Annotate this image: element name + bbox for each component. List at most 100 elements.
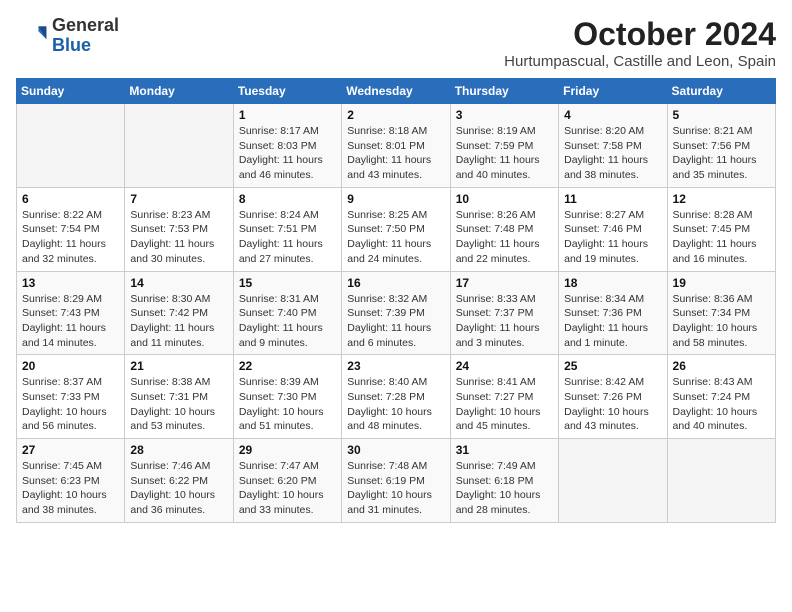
day-detail: Sunrise: 8:27 AM Sunset: 7:46 PM Dayligh… <box>564 208 661 267</box>
calendar-table: SundayMondayTuesdayWednesdayThursdayFrid… <box>16 78 776 523</box>
calendar-cell: 2 Sunrise: 8:18 AM Sunset: 8:01 PM Daylig… <box>342 104 450 188</box>
calendar-cell <box>559 439 667 523</box>
day-number: 4 <box>564 108 661 122</box>
day-number: 10 <box>456 192 553 206</box>
day-number: 8 <box>239 192 336 206</box>
calendar-header: SundayMondayTuesdayWednesdayThursdayFrid… <box>17 79 776 104</box>
logo-text: General Blue <box>52 16 119 56</box>
weekday-header: Tuesday <box>233 79 341 104</box>
day-detail: Sunrise: 7:48 AM Sunset: 6:19 PM Dayligh… <box>347 459 444 518</box>
day-detail: Sunrise: 8:21 AM Sunset: 7:56 PM Dayligh… <box>673 124 770 183</box>
day-detail: Sunrise: 8:29 AM Sunset: 7:43 PM Dayligh… <box>22 292 119 351</box>
day-detail: Sunrise: 8:36 AM Sunset: 7:34 PM Dayligh… <box>673 292 770 351</box>
day-detail: Sunrise: 8:19 AM Sunset: 7:59 PM Dayligh… <box>456 124 553 183</box>
calendar-cell: 7Sunrise: 8:23 AM Sunset: 7:53 PM Daylig… <box>125 187 233 271</box>
weekday-header: Sunday <box>17 79 125 104</box>
calendar-cell: 13 Sunrise: 8:29 AM Sunset: 7:43 PM Dayli… <box>17 271 125 355</box>
calendar-cell: 27 Sunrise: 7:45 AM Sunset: 6:23 PM Dayli… <box>17 439 125 523</box>
day-detail: Sunrise: 8:24 AM Sunset: 7:51 PM Dayligh… <box>239 208 336 267</box>
calendar-cell: 4 Sunrise: 8:20 AM Sunset: 7:58 PM Daylig… <box>559 104 667 188</box>
day-number: 27 <box>22 443 119 457</box>
day-detail: Sunrise: 7:45 AM Sunset: 6:23 PM Dayligh… <box>22 459 119 518</box>
weekday-header: Wednesday <box>342 79 450 104</box>
day-number: 3 <box>456 108 553 122</box>
day-number: 31 <box>456 443 553 457</box>
calendar-cell: 6 Sunrise: 8:22 AM Sunset: 7:54 PM Daylig… <box>17 187 125 271</box>
day-number: 6 <box>22 192 119 206</box>
calendar-body: 1Sunrise: 8:17 AM Sunset: 8:03 PM Daylig… <box>17 104 776 523</box>
day-number: 22 <box>239 359 336 373</box>
day-detail: Sunrise: 7:46 AM Sunset: 6:22 PM Dayligh… <box>130 459 227 518</box>
day-number: 2 <box>347 108 444 122</box>
calendar-cell: 22 Sunrise: 8:39 AM Sunset: 7:30 PM Dayli… <box>233 355 341 439</box>
weekday-header: Friday <box>559 79 667 104</box>
calendar-cell: 3 Sunrise: 8:19 AM Sunset: 7:59 PM Daylig… <box>450 104 558 188</box>
day-detail: Sunrise: 8:43 AM Sunset: 7:24 PM Dayligh… <box>673 375 770 434</box>
page-subtitle: Hurtumpascual, Castille and Leon, Spain <box>504 53 776 70</box>
calendar-cell: 12 Sunrise: 8:28 AM Sunset: 7:45 PM Dayli… <box>667 187 775 271</box>
weekday-row: SundayMondayTuesdayWednesdayThursdayFrid… <box>17 79 776 104</box>
day-number: 29 <box>239 443 336 457</box>
day-number: 17 <box>456 276 553 290</box>
day-number: 12 <box>673 192 770 206</box>
day-detail: Sunrise: 8:23 AM Sunset: 7:53 PM Dayligh… <box>130 208 227 267</box>
weekday-header: Saturday <box>667 79 775 104</box>
day-number: 16 <box>347 276 444 290</box>
calendar-cell: 28 Sunrise: 7:46 AM Sunset: 6:22 PM Dayli… <box>125 439 233 523</box>
weekday-header: Thursday <box>450 79 558 104</box>
calendar-cell: 15 Sunrise: 8:31 AM Sunset: 7:40 PM Dayli… <box>233 271 341 355</box>
day-detail: Sunrise: 8:17 AM Sunset: 8:03 PM Dayligh… <box>239 124 336 183</box>
logo: General Blue <box>16 16 119 56</box>
day-number: 24 <box>456 359 553 373</box>
logo-icon <box>16 20 48 52</box>
calendar-cell: 9Sunrise: 8:25 AM Sunset: 7:50 PM Daylig… <box>342 187 450 271</box>
calendar-cell: 31 Sunrise: 7:49 AM Sunset: 6:18 PM Dayli… <box>450 439 558 523</box>
day-number: 9 <box>347 192 444 206</box>
calendar-cell <box>667 439 775 523</box>
calendar-cell: 8 Sunrise: 8:24 AM Sunset: 7:51 PM Daylig… <box>233 187 341 271</box>
day-detail: Sunrise: 7:49 AM Sunset: 6:18 PM Dayligh… <box>456 459 553 518</box>
calendar-cell: 5 Sunrise: 8:21 AM Sunset: 7:56 PM Daylig… <box>667 104 775 188</box>
calendar-cell: 26 Sunrise: 8:43 AM Sunset: 7:24 PM Dayli… <box>667 355 775 439</box>
day-number: 5 <box>673 108 770 122</box>
day-detail: Sunrise: 8:38 AM Sunset: 7:31 PM Dayligh… <box>130 375 227 434</box>
calendar-cell: 23Sunrise: 8:40 AM Sunset: 7:28 PM Dayli… <box>342 355 450 439</box>
calendar-cell: 19 Sunrise: 8:36 AM Sunset: 7:34 PM Dayli… <box>667 271 775 355</box>
day-number: 30 <box>347 443 444 457</box>
page-header: General Blue October 2024 Hurtumpascual,… <box>16 16 776 70</box>
day-number: 20 <box>22 359 119 373</box>
day-number: 21 <box>130 359 227 373</box>
day-detail: Sunrise: 8:39 AM Sunset: 7:30 PM Dayligh… <box>239 375 336 434</box>
calendar-cell <box>17 104 125 188</box>
day-number: 11 <box>564 192 661 206</box>
weekday-header: Monday <box>125 79 233 104</box>
day-number: 15 <box>239 276 336 290</box>
calendar-cell: 10 Sunrise: 8:26 AM Sunset: 7:48 PM Dayli… <box>450 187 558 271</box>
day-detail: Sunrise: 8:31 AM Sunset: 7:40 PM Dayligh… <box>239 292 336 351</box>
calendar-week-row: 1Sunrise: 8:17 AM Sunset: 8:03 PM Daylig… <box>17 104 776 188</box>
calendar-cell: 20Sunrise: 8:37 AM Sunset: 7:33 PM Dayli… <box>17 355 125 439</box>
calendar-cell: 29 Sunrise: 7:47 AM Sunset: 6:20 PM Dayli… <box>233 439 341 523</box>
day-number: 13 <box>22 276 119 290</box>
day-number: 19 <box>673 276 770 290</box>
day-detail: Sunrise: 8:20 AM Sunset: 7:58 PM Dayligh… <box>564 124 661 183</box>
calendar-cell: 11 Sunrise: 8:27 AM Sunset: 7:46 PM Dayli… <box>559 187 667 271</box>
calendar-week-row: 20Sunrise: 8:37 AM Sunset: 7:33 PM Dayli… <box>17 355 776 439</box>
day-detail: Sunrise: 8:22 AM Sunset: 7:54 PM Dayligh… <box>22 208 119 267</box>
day-detail: Sunrise: 8:41 AM Sunset: 7:27 PM Dayligh… <box>456 375 553 434</box>
calendar-cell: 1Sunrise: 8:17 AM Sunset: 8:03 PM Daylig… <box>233 104 341 188</box>
day-detail: Sunrise: 8:42 AM Sunset: 7:26 PM Dayligh… <box>564 375 661 434</box>
day-detail: Sunrise: 8:26 AM Sunset: 7:48 PM Dayligh… <box>456 208 553 267</box>
day-detail: Sunrise: 8:34 AM Sunset: 7:36 PM Dayligh… <box>564 292 661 351</box>
day-detail: Sunrise: 8:28 AM Sunset: 7:45 PM Dayligh… <box>673 208 770 267</box>
calendar-cell: 21 Sunrise: 8:38 AM Sunset: 7:31 PM Dayli… <box>125 355 233 439</box>
day-number: 26 <box>673 359 770 373</box>
day-number: 28 <box>130 443 227 457</box>
calendar-cell <box>125 104 233 188</box>
calendar-week-row: 6 Sunrise: 8:22 AM Sunset: 7:54 PM Daylig… <box>17 187 776 271</box>
day-detail: Sunrise: 7:47 AM Sunset: 6:20 PM Dayligh… <box>239 459 336 518</box>
calendar-cell: 18Sunrise: 8:34 AM Sunset: 7:36 PM Dayli… <box>559 271 667 355</box>
day-detail: Sunrise: 8:30 AM Sunset: 7:42 PM Dayligh… <box>130 292 227 351</box>
day-number: 14 <box>130 276 227 290</box>
day-detail: Sunrise: 8:18 AM Sunset: 8:01 PM Dayligh… <box>347 124 444 183</box>
